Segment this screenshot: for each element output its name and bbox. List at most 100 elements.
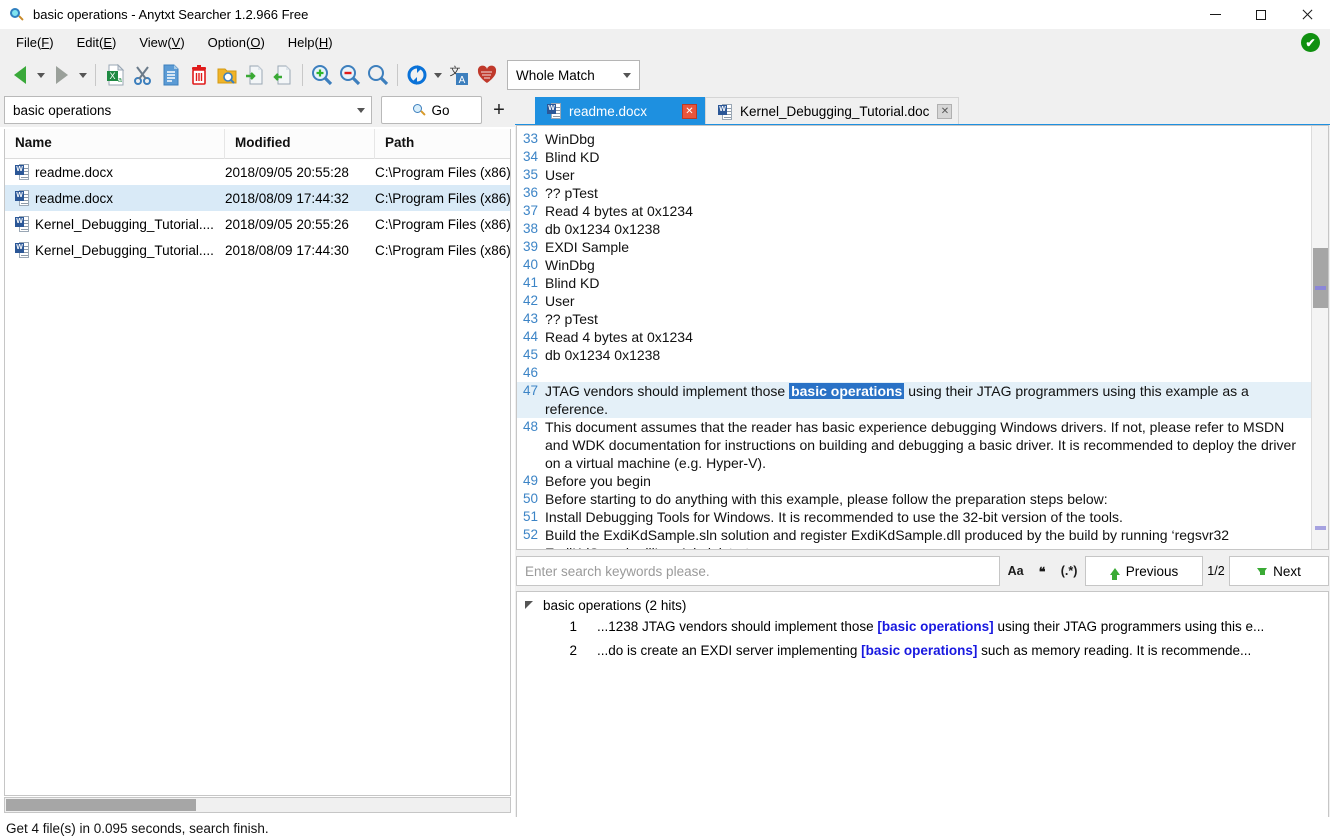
previous-match-button[interactable]: Previous — [1085, 556, 1203, 586]
menu-item-file[interactable]: File(F) — [6, 32, 64, 53]
file-modified-cell: 2018/09/05 20:55:28 — [225, 165, 375, 180]
search-input-value: basic operations — [13, 103, 357, 118]
document-line: 37Read 4 bytes at 0x1234 — [517, 202, 1311, 220]
menu-item-view[interactable]: View(V) — [129, 32, 194, 53]
word-document-icon: W — [547, 103, 561, 119]
search-option-group: Aa ❝ (.*) — [1000, 556, 1085, 586]
menu-view-accel: V — [172, 35, 181, 50]
svg-text:X: X — [109, 71, 115, 81]
right-panel: W readme.docx ✕ W Kernel_Debugging_Tutor… — [515, 94, 1330, 817]
refresh-dropdown-icon[interactable] — [431, 60, 445, 90]
maximize-button[interactable] — [1238, 0, 1284, 29]
match-mode-label: Whole Match — [516, 68, 623, 83]
add-search-tab-button[interactable]: + — [488, 96, 510, 124]
menu-item-help[interactable]: Help(H) — [278, 32, 343, 53]
chevron-down-icon[interactable] — [357, 108, 365, 113]
file-path-cell: C:\Program Files (x86)\ — [375, 165, 510, 180]
next-match-button[interactable]: Next — [1229, 556, 1329, 586]
zoom-in-icon[interactable] — [308, 60, 336, 90]
refresh-icon[interactable] — [403, 60, 431, 90]
forward-dropdown-icon[interactable] — [76, 60, 90, 90]
column-header-modified[interactable]: Modified — [225, 129, 375, 159]
result-snippet: ...1238 JTAG vendors should implement th… — [597, 619, 1328, 634]
line-text: db 0x1234 0x1238 — [545, 220, 1311, 238]
table-row[interactable]: W readme.docx 2018/09/05 20:55:28 C:\Pro… — [5, 159, 510, 185]
forward-arrow-icon[interactable] — [48, 60, 76, 90]
close-icon[interactable]: ✕ — [937, 104, 952, 119]
whole-word-toggle[interactable]: ❝ — [1035, 562, 1050, 581]
column-header-path[interactable]: Path — [375, 129, 510, 159]
collapse-triangle-icon[interactable] — [525, 601, 533, 609]
line-number: 38 — [517, 220, 545, 238]
close-icon[interactable]: ✕ — [682, 104, 697, 119]
status-text: Get 4 file(s) in 0.095 seconds, search f… — [6, 821, 269, 836]
file-modified-cell: 2018/08/09 17:44:30 — [225, 243, 375, 258]
file-name-cell: W Kernel_Debugging_Tutorial.... — [5, 242, 225, 258]
line-text: Read 4 bytes at 0x1234 — [545, 202, 1311, 220]
folder-search-icon[interactable] — [213, 60, 241, 90]
document-line: 33WinDbg — [517, 130, 1311, 148]
result-snippet-post: using their JTAG programmers using this … — [994, 619, 1265, 634]
document-line: 50Before starting to do anything with th… — [517, 490, 1311, 508]
back-dropdown-icon[interactable] — [34, 60, 48, 90]
minimize-button[interactable] — [1192, 0, 1238, 29]
in-document-search-input[interactable]: Enter search keywords please. — [516, 556, 1000, 586]
menu-item-option[interactable]: Option(O) — [198, 32, 275, 53]
donate-heart-icon[interactable] — [473, 60, 501, 90]
line-number: 42 — [517, 292, 545, 310]
zoom-out-icon[interactable] — [336, 60, 364, 90]
table-row[interactable]: W Kernel_Debugging_Tutorial.... 2018/09/… — [5, 211, 510, 237]
app-search-lens-icon — [9, 7, 25, 23]
line-number: 34 — [517, 148, 545, 166]
result-group-header[interactable]: basic operations (2 hits) — [517, 592, 1328, 614]
table-row[interactable]: W readme.docx 2018/08/09 17:44:32 C:\Pro… — [5, 185, 510, 211]
tab-readme-docx[interactable]: W readme.docx ✕ — [535, 97, 705, 125]
column-header-name[interactable]: Name — [5, 129, 225, 159]
document-icon[interactable] — [157, 60, 185, 90]
document-line: 45db 0x1234 0x1238 — [517, 346, 1311, 364]
table-row[interactable]: W Kernel_Debugging_Tutorial.... 2018/08/… — [5, 237, 510, 263]
go-button[interactable]: Go — [381, 96, 482, 124]
scrollbar-thumb[interactable] — [1313, 248, 1328, 308]
menu-help-text: Help — [288, 35, 315, 50]
match-counter: 1/2 — [1203, 556, 1229, 586]
result-snippet-post: such as memory reading. It is recommende… — [977, 643, 1251, 658]
file-list-horizontal-scrollbar[interactable] — [4, 797, 511, 813]
scrollbar-hit-marker — [1315, 286, 1326, 290]
import-file-icon[interactable] — [241, 60, 269, 90]
document-vertical-scrollbar[interactable] — [1311, 126, 1328, 549]
back-arrow-icon[interactable] — [6, 60, 34, 90]
file-name-cell: W readme.docx — [5, 190, 225, 206]
list-item[interactable]: 2 ...do is create an EXDI server impleme… — [517, 638, 1328, 662]
chevron-down-icon — [623, 73, 631, 78]
file-modified-cell: 2018/08/09 17:44:32 — [225, 191, 375, 206]
match-mode-dropdown[interactable]: Whole Match — [507, 60, 640, 90]
export-file-icon[interactable] — [269, 60, 297, 90]
document-line: 36?? pTest — [517, 184, 1311, 202]
regex-toggle[interactable]: (.*) — [1057, 562, 1082, 580]
translate-icon[interactable]: 文A — [445, 60, 473, 90]
document-line: 49Before you begin — [517, 472, 1311, 490]
document-line: 41Blind KD — [517, 274, 1311, 292]
cut-scissors-icon[interactable] — [129, 60, 157, 90]
scrollbar-thumb[interactable] — [6, 799, 196, 811]
index-status-check-icon[interactable]: ✔ — [1301, 33, 1320, 52]
menu-item-edit[interactable]: Edit(E) — [67, 32, 127, 53]
tab-kernel-debugging-tutorial[interactable]: W Kernel_Debugging_Tutorial.doc ✕ — [705, 97, 959, 125]
delete-trash-icon[interactable] — [185, 60, 213, 90]
document-line: 39EXDI Sample — [517, 238, 1311, 256]
list-item[interactable]: 1 ...1238 JTAG vendors should implement … — [517, 614, 1328, 638]
line-number: 39 — [517, 238, 545, 256]
status-bar: Get 4 file(s) in 0.095 seconds, search f… — [0, 817, 1330, 840]
document-line: 40WinDbg — [517, 256, 1311, 274]
toolbar-separator-3 — [397, 64, 398, 86]
file-path-cell: C:\Program Files (x86)\ — [375, 217, 510, 232]
document-line: 34Blind KD — [517, 148, 1311, 166]
close-button[interactable] — [1284, 0, 1330, 29]
zoom-reset-icon[interactable] — [364, 60, 392, 90]
export-excel-icon[interactable]: Xa — [101, 60, 129, 90]
document-viewer[interactable]: 33WinDbg 34Blind KD 35User 36?? pTest 37… — [516, 125, 1329, 550]
match-case-toggle[interactable]: Aa — [1004, 562, 1028, 580]
search-input[interactable]: basic operations — [4, 96, 372, 124]
line-text: This document assumes that the reader ha… — [545, 418, 1311, 472]
